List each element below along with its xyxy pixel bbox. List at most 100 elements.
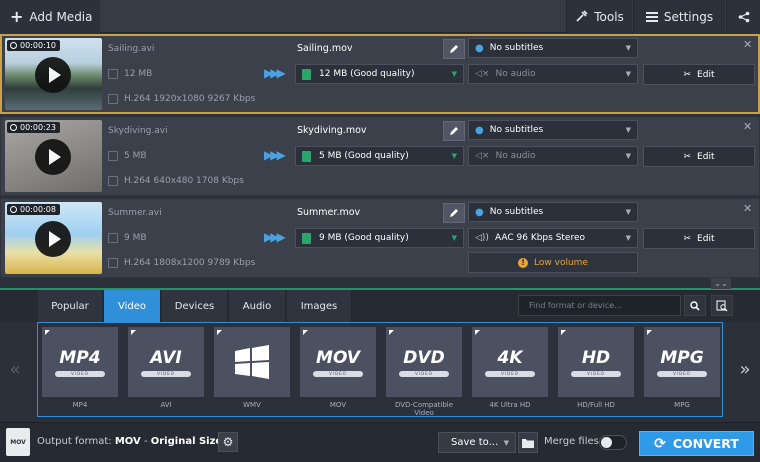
format-tile-dvd[interactable]: DVD VIDEO [386, 327, 462, 397]
format-badge: MPG [660, 347, 704, 368]
output-size-dropdown[interactable]: 9 MB (Good quality) ▼ [295, 228, 464, 248]
output-file-name[interactable]: Sailing.mov [297, 43, 353, 54]
convert-label: CONVERT [672, 436, 739, 451]
duration-badge: 00:00:08 [7, 204, 60, 215]
source-codec: H.264 1920x1080 9267 Kbps [108, 94, 255, 104]
share-button[interactable] [726, 0, 760, 33]
chevron-down-icon: ▼ [503, 438, 509, 447]
folder-icon [522, 438, 534, 448]
tab-images[interactable]: Images [287, 290, 352, 322]
subtitles-text: No subtitles [489, 43, 544, 53]
refresh-icon: ⟳ [654, 435, 666, 452]
rename-button[interactable] [443, 203, 465, 223]
save-to-dropdown[interactable]: Save to... ▼ [438, 432, 516, 453]
close-icon[interactable]: ✕ [743, 202, 752, 215]
rename-button[interactable] [443, 121, 465, 141]
chevron-down-icon: ▼ [625, 152, 631, 160]
convert-button[interactable]: ⟳ CONVERT [639, 431, 754, 456]
output-settings-button[interactable]: ⚙ [218, 432, 238, 452]
format-label: MOV [329, 401, 347, 409]
speaker-muted-icon: ◁× [475, 151, 490, 161]
format-tile-mp4[interactable]: MP4 VIDEO [42, 327, 118, 397]
source-size: 5 MB [108, 151, 147, 161]
settings-button[interactable]: Settings [633, 0, 725, 33]
format-tile-4k[interactable]: 4K VIDEO [472, 327, 548, 397]
close-icon[interactable]: ✕ [743, 120, 752, 133]
output-format-icon: MOV [6, 428, 30, 456]
tab-popular[interactable]: Popular [38, 290, 103, 322]
detect-device-button[interactable] [711, 295, 733, 316]
play-icon[interactable] [35, 57, 71, 93]
collapse-panel-button[interactable]: ⌄⌄ [711, 278, 731, 289]
pencil-icon [450, 127, 458, 135]
format-tile-avi[interactable]: AVI VIDEO [128, 327, 204, 397]
source-file-name: Summer.avi [108, 208, 162, 218]
format-label: DVD-Compatible Video [394, 401, 454, 417]
audio-dropdown[interactable]: ◁)) AAC 96 Kbps Stereo ▼ [468, 228, 638, 248]
low-volume-warning[interactable]: ! Low volume [468, 252, 638, 273]
format-label: WMV [243, 401, 261, 409]
search-button[interactable] [684, 295, 706, 316]
video-thumbnail[interactable]: 00:00:08 [5, 202, 102, 274]
duration-text: 00:00:10 [20, 41, 56, 50]
format-sub: VIDEO [657, 370, 707, 377]
play-icon[interactable] [35, 221, 71, 257]
open-folder-button[interactable] [518, 432, 538, 453]
output-separator: - [140, 436, 151, 447]
output-file-name[interactable]: Summer.mov [297, 207, 360, 218]
convert-arrow-icon: ▶▶▶ [264, 66, 286, 80]
scroll-left-button[interactable]: « [0, 322, 30, 417]
warning-text: Low volume [534, 257, 588, 268]
output-format-value: MOV [114, 436, 141, 447]
close-icon[interactable]: ✕ [743, 38, 752, 51]
document-icon [302, 68, 311, 80]
output-size-dropdown[interactable]: 5 MB (Good quality) ▼ [295, 146, 464, 166]
format-badge: MOV [316, 347, 360, 368]
document-icon [302, 150, 311, 162]
format-tile-wmv[interactable] [214, 327, 290, 397]
scissors-icon: ✂ [683, 151, 692, 162]
subtitles-text: No subtitles [489, 125, 544, 135]
format-search-input[interactable]: Find format or device... [518, 295, 681, 316]
edit-button[interactable]: ✂ Edit [643, 146, 755, 167]
output-file-name[interactable]: Skydiving.mov [297, 125, 367, 136]
format-tile-mpg[interactable]: MPG VIDEO [644, 327, 720, 397]
video-thumbnail[interactable]: 00:00:10 [5, 38, 102, 110]
chevron-down-icon: ▼ [451, 70, 457, 78]
add-media-button[interactable]: + Add Media [0, 0, 100, 33]
scroll-right-button[interactable]: » [730, 322, 760, 417]
output-size-dropdown[interactable]: 12 MB (Good quality) ▼ [295, 64, 464, 84]
edit-button[interactable]: ✂ Edit [643, 228, 755, 249]
video-thumbnail[interactable]: 00:00:23 [5, 120, 102, 192]
rename-button[interactable] [443, 39, 465, 59]
subtitles-dropdown[interactable]: ● No subtitles ▼ [468, 120, 638, 140]
format-tile-hd[interactable]: HD VIDEO [558, 327, 634, 397]
corner-mark [389, 330, 394, 335]
play-icon[interactable] [35, 139, 71, 175]
merge-files-toggle[interactable] [599, 435, 627, 450]
tab-audio[interactable]: Audio [229, 290, 286, 322]
tab-devices[interactable]: Devices [162, 290, 228, 322]
format-tile-mov[interactable]: MOV VIDEO [300, 327, 376, 397]
format-label: MP4 [72, 401, 88, 409]
duration-text: 00:00:08 [20, 205, 56, 214]
audio-dropdown[interactable]: ◁× No audio ▼ [468, 64, 638, 84]
corner-mark [561, 330, 566, 335]
edit-label: Edit [697, 233, 715, 244]
save-to-label: Save to... [451, 437, 499, 448]
pencil-icon [450, 209, 458, 217]
format-badge: AVI [150, 347, 182, 368]
speaker-muted-icon: ◁× [475, 69, 490, 79]
settings-label: Settings [663, 9, 714, 24]
scissors-icon: ✂ [683, 233, 692, 244]
subtitles-dropdown[interactable]: ● No subtitles ▼ [468, 202, 638, 222]
corner-mark [475, 330, 480, 335]
source-codec: H.264 640x480 1708 Kbps [108, 176, 244, 186]
tools-button[interactable]: Tools [566, 0, 632, 33]
source-file-name: Sailing.avi [108, 44, 155, 54]
source-size: 12 MB [108, 69, 152, 79]
audio-dropdown[interactable]: ◁× No audio ▼ [468, 146, 638, 166]
subtitles-dropdown[interactable]: ● No subtitles ▼ [468, 38, 638, 58]
tab-video[interactable]: Video [104, 290, 161, 322]
edit-button[interactable]: ✂ Edit [643, 64, 755, 85]
